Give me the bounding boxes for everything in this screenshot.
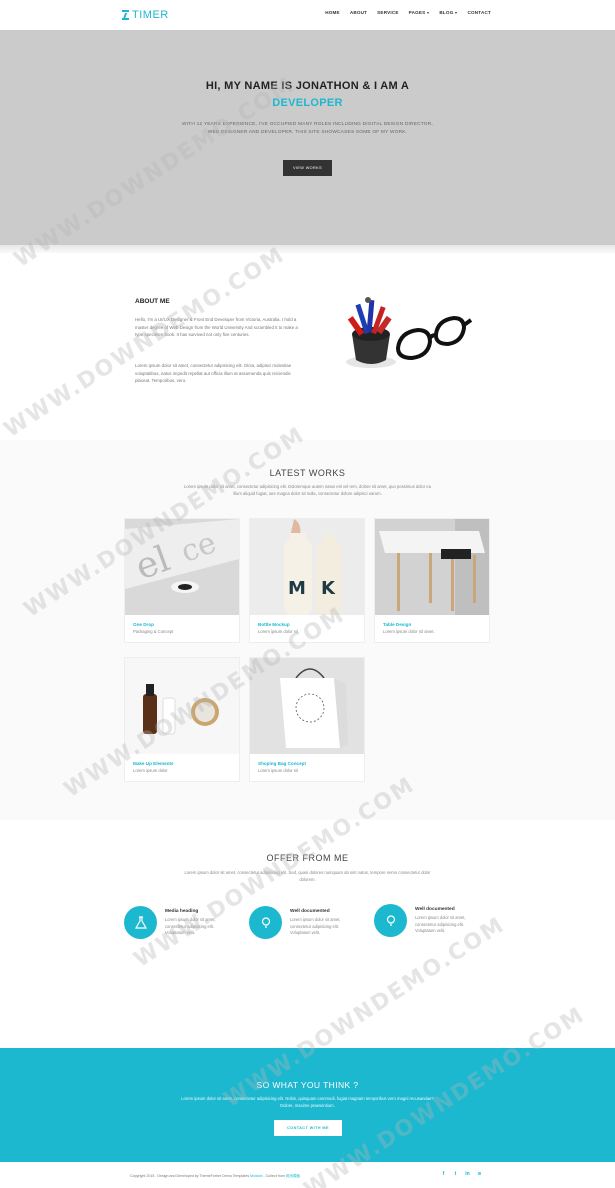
works-subtitle: Lorem ipsum dolor sit amet, consectetur … xyxy=(184,484,431,496)
work-card-title: Shoping Bag Concept xyxy=(258,761,306,766)
main-menu: HOME ABOUT SERVICE PAGES BLOG CONTACT xyxy=(325,10,491,15)
work-card-subtitle: Lorem ipsum dolor sit amet. xyxy=(383,629,435,634)
facebook-icon[interactable]: f xyxy=(441,1172,446,1177)
logo-text: TIMER xyxy=(132,9,169,21)
work-card-title: Make Up Elements xyxy=(133,761,174,766)
about-paragraph-1: Hello, I'm a UI/UX Designer & Front End … xyxy=(135,317,298,337)
cta-section: SO WHAT YOU THINK ? Lorem ipsum dolor si… xyxy=(0,1048,615,1162)
copyright-text: Copyright 2015 . Design and Developed by… xyxy=(130,1174,301,1178)
hero-section: HI, MY NAME IS JONATHON & I AM A DEVELOP… xyxy=(0,30,615,245)
social-links: f t in ≋ xyxy=(441,1172,482,1177)
nav-item-contact[interactable]: CONTACT xyxy=(467,10,491,15)
about-paragraph-2: Lorem ipsum dolor sit amet, consectetur … xyxy=(135,363,292,383)
view-works-button[interactable]: VIEW WORKS xyxy=(283,160,332,176)
offer-item-well-documented: Well documented Lorem ipsum dolor sit am… xyxy=(249,906,369,946)
work-card-shopping-bag[interactable]: Shoping Bag Concept Lorem ipsum dolor si… xyxy=(249,657,365,782)
chevron-down-icon xyxy=(427,11,430,14)
nav-item-home[interactable]: HOME xyxy=(325,10,340,15)
chevron-down-icon xyxy=(455,11,458,14)
work-card-title: Table Design xyxy=(383,622,412,627)
hero-divider xyxy=(0,245,615,253)
work-card-subtitle: Lorem ipsum dolor sit xyxy=(258,768,299,773)
logo[interactable]: TIMER xyxy=(122,8,169,22)
footer: Copyright 2015 . Design and Developed by… xyxy=(0,1162,615,1188)
hero-description: WITH 12 YEARS EXPERIENCE, I'VE OCCUPIED … xyxy=(182,122,433,135)
work-card-make-up-elements[interactable]: Make Up Elements Lorem ipsum dolor xyxy=(124,657,240,782)
contact-button[interactable]: CONTACT WITH ME xyxy=(274,1120,342,1136)
hero-role: DEVELOPER xyxy=(272,97,343,109)
work-card-table-design[interactable]: Table Design Lorem ipsum dolor sit amet. xyxy=(374,518,490,643)
work-card-subtitle: Lorem ipsum dolor xyxy=(133,768,168,773)
hero-title: HI, MY NAME IS JONATHON & I AM A xyxy=(205,80,410,92)
flask-icon xyxy=(124,906,157,939)
lightbulb-icon xyxy=(249,906,282,939)
work-card-bottle-mockup[interactable]: M K Bottle Mockup Lorem ipsum dolor sit xyxy=(249,518,365,643)
work-card-subtitle: Packaging & Concept xyxy=(133,629,174,634)
work-thumbnail xyxy=(125,658,239,754)
navbar: TIMER HOME ABOUT SERVICE PAGES BLOG CONT… xyxy=(0,0,615,30)
nav-item-service[interactable]: SERVICE xyxy=(377,10,398,15)
about-image xyxy=(346,297,473,368)
work-thumbnail: el ce xyxy=(125,519,239,615)
work-thumbnail xyxy=(375,519,489,615)
svg-text:M: M xyxy=(288,578,306,599)
work-card-title: One Drop xyxy=(133,622,154,627)
offer-item-well-documented-2: Well documented Lorem ipsum dolor sit am… xyxy=(374,904,494,944)
offer-item-media-heading: Media heading Lorem ipsum dolor sit amet… xyxy=(124,906,244,946)
work-thumbnail xyxy=(250,658,364,754)
footer-link-mxictob[interactable]: Mxictob xyxy=(250,1174,262,1178)
svg-text:K: K xyxy=(321,578,336,599)
works-title: LATEST WORKS xyxy=(269,468,346,478)
watermark: WWW.DOWNDEMO.COM xyxy=(0,242,290,443)
nav-item-about[interactable]: ABOUT xyxy=(350,10,367,15)
nav-item-pages[interactable]: PAGES xyxy=(409,10,430,15)
cta-description: Lorem ipsum dolor sit amet, consectetur … xyxy=(181,1096,434,1108)
about-title: ABOUT ME xyxy=(135,298,170,305)
offer-title: OFFER FROM ME xyxy=(266,853,349,863)
nav-item-blog[interactable]: BLOG xyxy=(439,10,458,15)
work-thumbnail: M K xyxy=(250,519,364,615)
work-card-title: Bottle Mockup xyxy=(258,622,290,627)
twitter-icon[interactable]: t xyxy=(453,1172,458,1177)
rss-icon[interactable]: ≋ xyxy=(477,1172,482,1177)
cta-title: SO WHAT YOU THINK ? xyxy=(256,1080,359,1090)
footer-link-collect[interactable]: 网页模板 xyxy=(286,1174,300,1178)
lightbulb-icon xyxy=(374,904,407,937)
work-card-one-drop[interactable]: el ce One Drop Packaging & Concept xyxy=(124,518,240,643)
linkedin-icon[interactable]: in xyxy=(465,1172,470,1177)
work-card-subtitle: Lorem ipsum dolor sit xyxy=(258,629,299,634)
logo-icon xyxy=(122,10,129,20)
offer-subtitle: Lorem ipsum dolor sit amet, consectetur … xyxy=(184,870,431,882)
